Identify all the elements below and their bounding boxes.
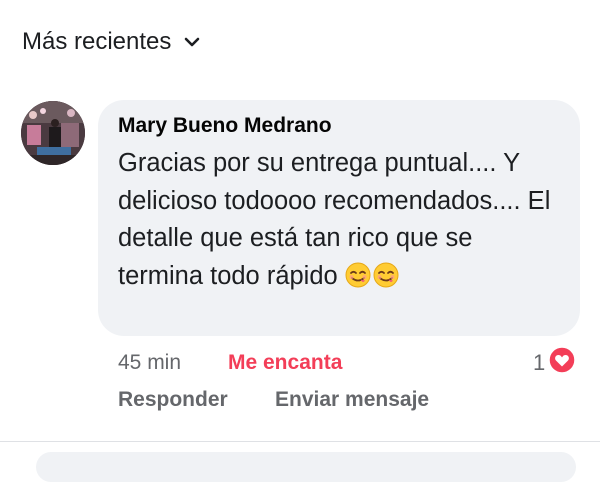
comment-author[interactable]: Mary Bueno Medrano: [118, 112, 560, 140]
divider: [0, 441, 600, 442]
comment-text: Gracias por su entrega puntual.... Y del…: [118, 145, 558, 295]
reaction-count: 1: [533, 349, 546, 375]
sort-label: Más recientes: [22, 28, 172, 55]
avatar-photo: [21, 101, 85, 165]
love-reaction-button[interactable]: Me encanta: [228, 351, 342, 375]
smiling-face-savoring-food-emoji: [373, 262, 399, 288]
comment-bubble: Mary Bueno Medrano Gracias por su entreg…: [98, 100, 580, 336]
reaction-summary[interactable]: 1: [533, 346, 576, 379]
chevron-down-icon: [183, 33, 201, 51]
send-message-button[interactable]: Enviar mensaje: [275, 388, 429, 412]
reply-button[interactable]: Responder: [118, 388, 228, 412]
smiling-face-savoring-food-emoji: [345, 262, 371, 288]
next-comment-bubble: [36, 452, 576, 482]
sort-dropdown[interactable]: Más recientes: [22, 28, 201, 56]
comment-body: Gracias por su entrega puntual.... Y del…: [118, 149, 551, 290]
comment-timestamp[interactable]: 45 min: [118, 351, 181, 375]
heart-icon: [548, 346, 576, 379]
avatar[interactable]: [21, 101, 85, 165]
